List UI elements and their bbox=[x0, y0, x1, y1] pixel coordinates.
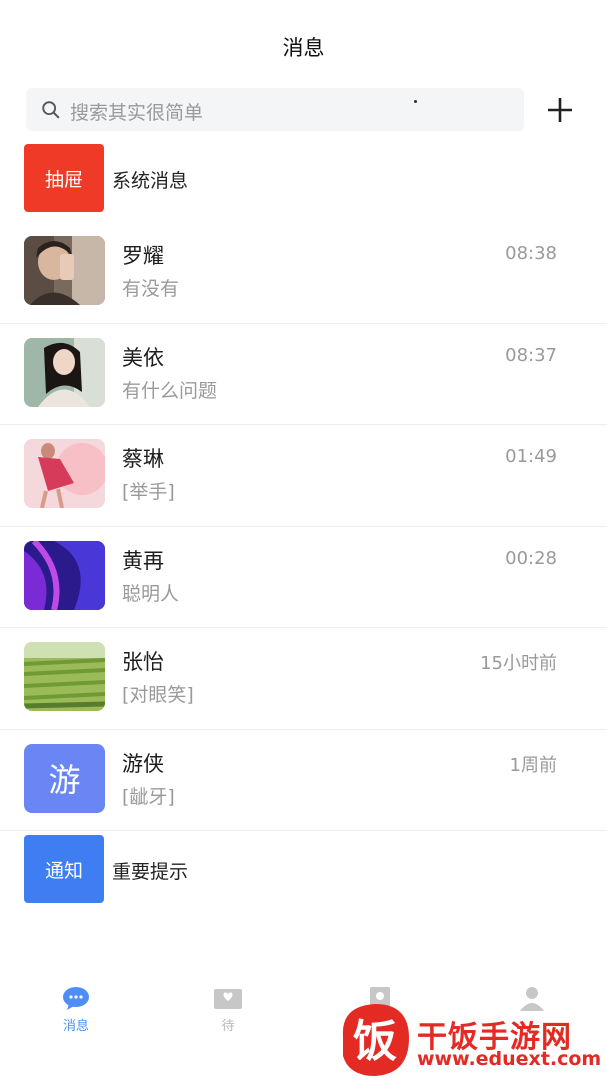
chat-preview: [对眼笑] bbox=[122, 684, 194, 706]
title-bar: 消息 bbox=[0, 0, 607, 88]
search-input[interactable]: 搜索其实很简单 bbox=[26, 88, 524, 131]
chat-time: 15小时前 bbox=[480, 653, 557, 674]
chat-name: 罗耀 bbox=[122, 244, 164, 268]
system-messages-label: 系统消息 bbox=[112, 170, 189, 192]
search-placeholder: 搜索其实很简单 bbox=[70, 102, 204, 124]
chat-item[interactable]: 黄再 聪明人 00:28 bbox=[0, 527, 607, 628]
page-title: 消息 bbox=[282, 36, 325, 60]
important-notice-label: 重要提示 bbox=[112, 861, 189, 883]
search-row: 搜索其实很简单 bbox=[0, 88, 607, 132]
avatar bbox=[24, 236, 105, 305]
chat-name: 张怡 bbox=[122, 650, 164, 674]
cursor-dot bbox=[414, 100, 417, 103]
avatar: 游 bbox=[24, 743, 105, 813]
chat-name: 蔡琳 bbox=[122, 447, 164, 471]
chat-preview: 聪明人 bbox=[122, 582, 180, 605]
chat-name: 游侠 bbox=[122, 751, 164, 776]
tab-pending[interactable]: 待 bbox=[188, 985, 268, 1035]
avatar bbox=[24, 540, 105, 610]
chat-time: 08:37 bbox=[505, 344, 557, 366]
avatar-letter: 游 bbox=[48, 761, 81, 799]
chat-item[interactable]: 罗耀 有没有 08:38 bbox=[0, 222, 607, 324]
drawer-badge: 抽屉 bbox=[24, 144, 104, 212]
chat-name: 美依 bbox=[122, 345, 164, 370]
chat-time: 00:28 bbox=[505, 547, 557, 569]
chat-time: 08:38 bbox=[505, 243, 557, 264]
avatar bbox=[24, 642, 105, 711]
watermark: 饭 干饭手游网 www.eduext.com bbox=[335, 996, 607, 1080]
chat-preview: 有没有 bbox=[122, 278, 180, 300]
watermark-url: www.eduext.com bbox=[417, 1048, 602, 1070]
chat-item[interactable]: 游 游侠 [龇牙] 1周前 bbox=[0, 730, 607, 831]
chat-preview: [龇牙] bbox=[122, 785, 175, 808]
chat-time: 01:49 bbox=[505, 446, 557, 467]
avatar bbox=[24, 337, 105, 407]
chat-name: 黄再 bbox=[122, 548, 164, 573]
svg-text:饭: 饭 bbox=[353, 1016, 397, 1067]
chat-item[interactable]: 美依 有什么问题 08:37 bbox=[0, 324, 607, 425]
add-button[interactable] bbox=[540, 92, 580, 128]
tab-label: 待 bbox=[221, 1019, 235, 1034]
chat-item[interactable]: 张怡 [对眼笑] 15小时前 bbox=[0, 628, 607, 730]
watermark-logo-icon: 饭 bbox=[342, 1004, 409, 1076]
chat-list: 罗耀 有没有 08:38 美依 有什么问题 08:37 蔡琳 [举手] 01:4… bbox=[0, 222, 607, 831]
system-messages-row[interactable]: 抽屉 系统消息 bbox=[0, 142, 607, 214]
chat-time: 1周前 bbox=[509, 754, 557, 776]
notice-badge: 通知 bbox=[24, 835, 104, 903]
search-icon bbox=[42, 101, 60, 119]
tab-label: 消息 bbox=[62, 1019, 89, 1034]
chat-preview: 有什么问题 bbox=[122, 379, 218, 402]
important-notice-row[interactable]: 通知 重要提示 bbox=[0, 835, 607, 905]
avatar bbox=[24, 439, 105, 508]
chat-item[interactable]: 蔡琳 [举手] 01:49 bbox=[0, 425, 607, 527]
chat-preview: [举手] bbox=[122, 481, 175, 503]
tab-messages[interactable]: 消息 bbox=[36, 985, 116, 1035]
envelope-heart-icon bbox=[214, 989, 242, 1009]
chat-bubble-icon bbox=[63, 987, 89, 1010]
